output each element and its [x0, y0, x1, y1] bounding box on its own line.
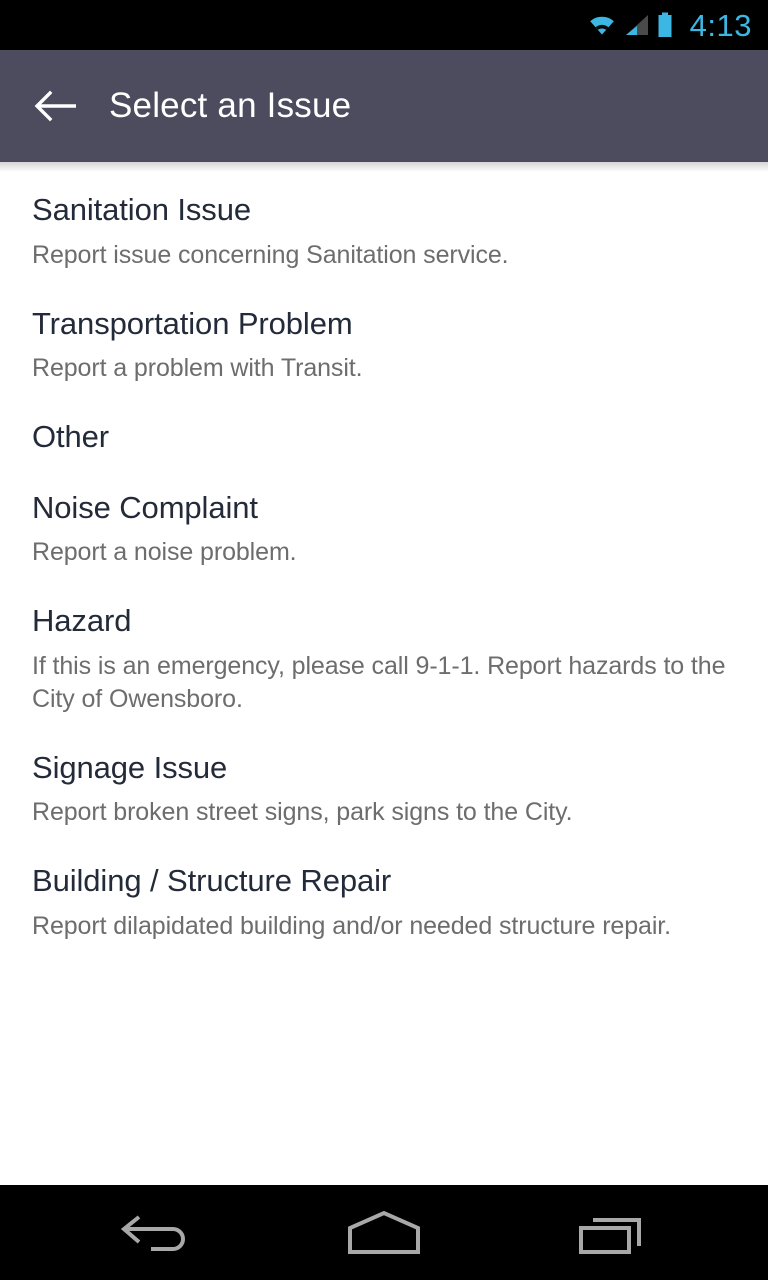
list-item-title: Hazard: [32, 603, 132, 639]
page-title: Select an Issue: [109, 86, 352, 125]
list-item[interactable]: Noise Complaint Report a noise problem.: [0, 472, 768, 586]
battery-icon: [658, 12, 672, 37]
list-item[interactable]: Hazard If this is an emergency, please ca…: [0, 585, 768, 732]
list-item[interactable]: Sanitation Issue Report issue concerning …: [0, 174, 768, 288]
system-navigation-bar: [0, 1185, 768, 1280]
list-item-title: Noise Complaint: [32, 489, 258, 525]
list-item[interactable]: Other: [0, 401, 768, 472]
list-item-title: Sanitation Issue: [32, 192, 251, 227]
wifi-icon: [589, 16, 614, 35]
list-item-title: Building / Structure Repair: [32, 863, 392, 899]
list-item-title: Signage Issue: [32, 749, 228, 785]
back-arrow-icon[interactable]: [32, 83, 78, 129]
back-nav-icon[interactable]: [80, 1185, 230, 1280]
recents-nav-icon[interactable]: [538, 1185, 688, 1280]
home-nav-icon[interactable]: [309, 1185, 459, 1280]
phone-screen: 4:13 Select an Issue Sanitation Issue Rep…: [0, 0, 768, 1280]
list-item-subtitle: Report a noise problem.: [32, 538, 297, 567]
action-bar: Select an Issue: [0, 50, 768, 162]
issue-list[interactable]: Sanitation Issue Report issue concerning …: [0, 162, 768, 1185]
status-bar-icons: 4:13: [587, 10, 752, 41]
list-item[interactable]: Building / Structure Repair Report dilapi…: [0, 845, 768, 959]
list-item-subtitle: Report a problem with Transit.: [32, 354, 363, 383]
list-item-title: Transportation Problem: [32, 305, 353, 341]
list-item-subtitle: Report dilapidated building and/or neede…: [32, 912, 671, 941]
status-bar: 4:13: [0, 0, 768, 50]
list-item[interactable]: Signage Issue Report broken street signs,…: [0, 732, 768, 846]
list-item-subtitle: Report issue concerning Sanitation servi…: [32, 240, 509, 269]
list-item-subtitle: If this is an emergency, please call 9-1…: [32, 651, 726, 713]
list-item-subtitle: Report broken street signs, park signs t…: [32, 798, 573, 827]
status-bar-clock: 4:13: [689, 7, 752, 43]
list-item-title: Other: [32, 419, 110, 455]
list-item[interactable]: Transportation Problem Report a problem w…: [0, 288, 768, 402]
signal-icon: [625, 15, 648, 35]
